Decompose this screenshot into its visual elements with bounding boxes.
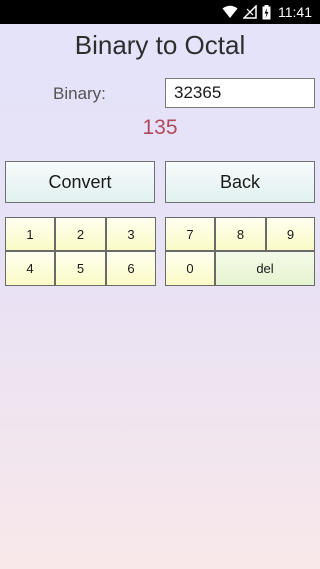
wifi-icon <box>222 5 238 19</box>
key-9-button[interactable]: 9 <box>266 217 315 251</box>
key-4-button[interactable]: 4 <box>5 251 55 286</box>
key-0-button[interactable]: 0 <box>165 251 215 286</box>
back-button[interactable]: Back <box>165 161 315 203</box>
status-bar: 11:41 <box>0 0 320 24</box>
key-6-button[interactable]: 6 <box>106 251 156 286</box>
binary-label: Binary: <box>53 84 106 103</box>
page-title: Binary to Octal <box>74 30 246 60</box>
key-1-button[interactable]: 1 <box>5 217 55 251</box>
octal-result: 135 <box>142 116 178 139</box>
key-2-button[interactable]: 2 <box>55 217 106 251</box>
key-5-button[interactable]: 5 <box>55 251 106 286</box>
status-time: 11:41 <box>278 4 312 20</box>
binary-input[interactable]: 32365 <box>165 78 315 108</box>
key-3-button[interactable]: 3 <box>106 217 156 251</box>
signal-icon <box>243 5 257 19</box>
key-8-button[interactable]: 8 <box>215 217 266 251</box>
battery-icon <box>262 4 271 20</box>
key-7-button[interactable]: 7 <box>165 217 215 251</box>
convert-button[interactable]: Convert <box>5 161 155 203</box>
delete-button[interactable]: del <box>215 251 315 286</box>
